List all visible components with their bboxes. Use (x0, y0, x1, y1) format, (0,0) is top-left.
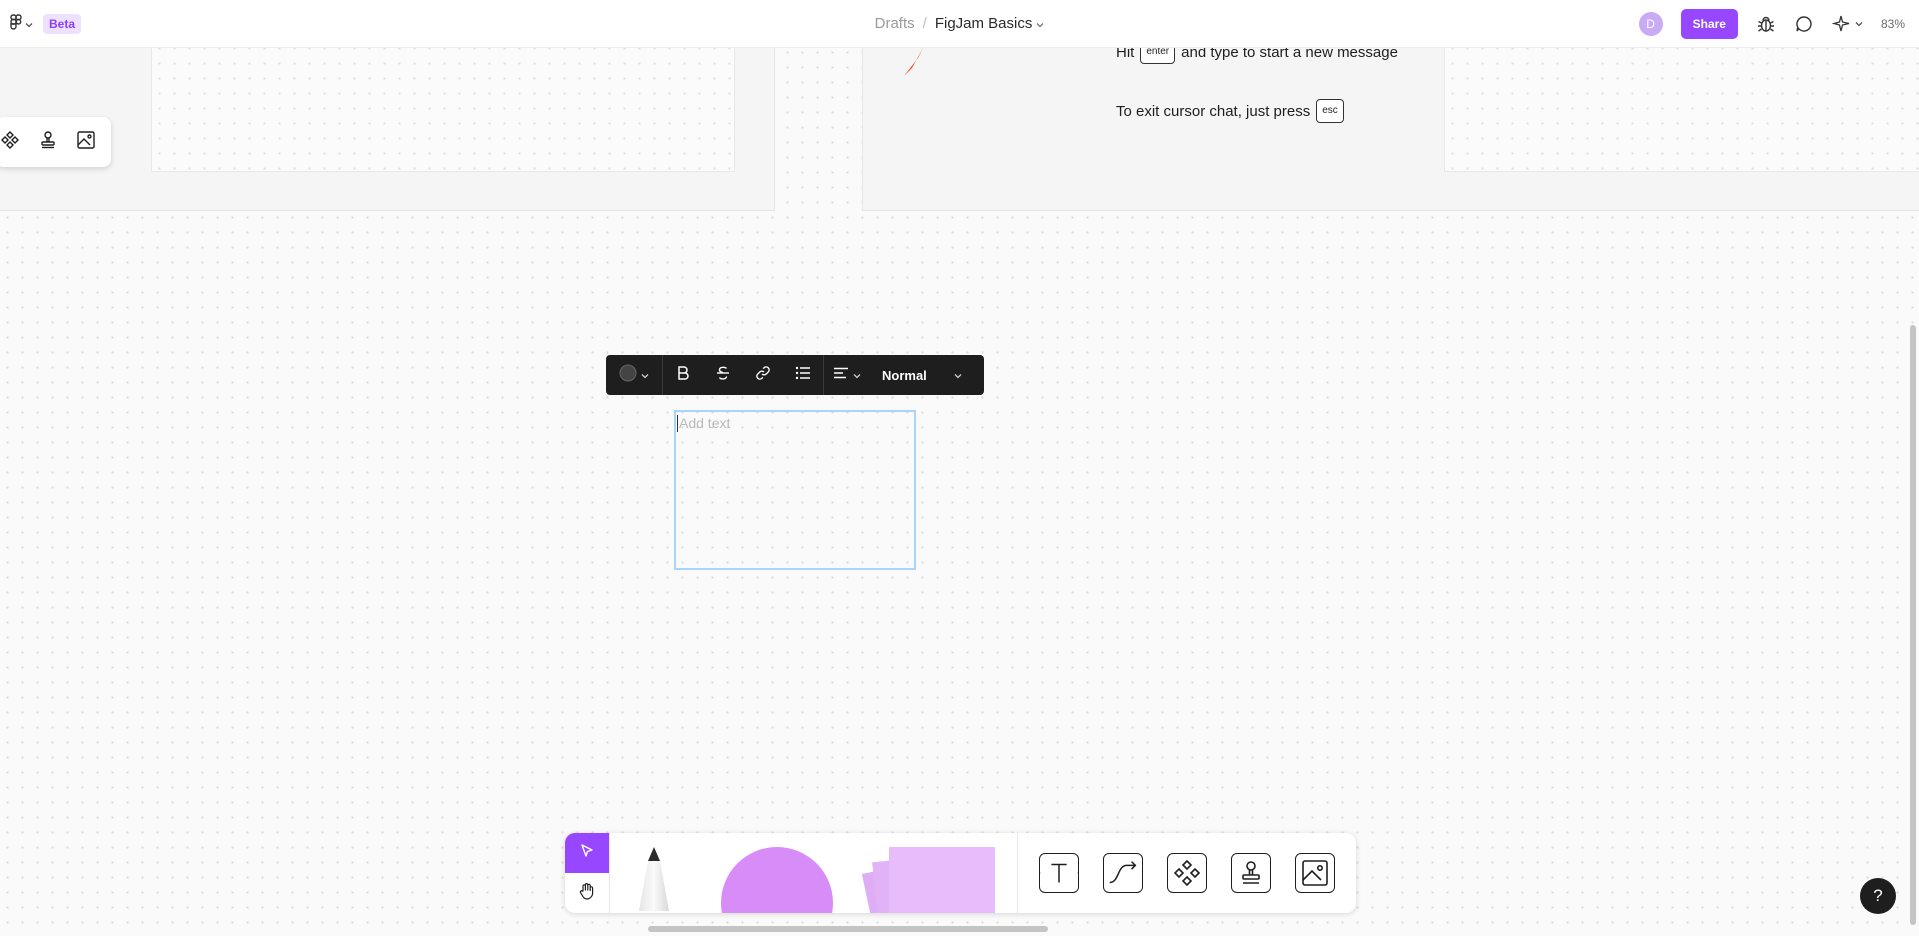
pen-icon (639, 847, 669, 911)
cursor-icon (579, 843, 595, 864)
list-button[interactable] (783, 355, 823, 395)
bug-icon[interactable] (1756, 14, 1776, 34)
sticky-note-tool-button[interactable] (861, 845, 995, 913)
instruction-exit-prefix: To exit cursor chat, just press (1116, 102, 1311, 120)
stamp-icon[interactable] (38, 130, 58, 155)
horizontal-scrollbar[interactable] (648, 926, 1048, 932)
text-style-value: Normal (882, 367, 927, 383)
sticky-note-icon (861, 845, 995, 913)
toolbar-divider (609, 833, 610, 913)
hand-tool-button[interactable] (565, 873, 609, 913)
component-icon[interactable] (0, 130, 20, 155)
image-tool-button[interactable] (1295, 853, 1335, 893)
toolbar-divider (1017, 833, 1018, 913)
cursor-chat-instruction-esc: To exit cursor chat, just press esc (1116, 99, 1344, 123)
file-name: FigJam Basics (934, 15, 1033, 32)
component-icon (1173, 859, 1201, 887)
top-bar-right: D Share 83% (1638, 9, 1905, 39)
help-button[interactable]: ? (1860, 878, 1896, 914)
chevron-down-icon (954, 366, 962, 384)
zoom-menu[interactable]: 83% (1881, 17, 1905, 31)
strikethrough-icon (715, 365, 731, 386)
link-icon (755, 365, 771, 386)
chevron-down-icon (853, 366, 861, 384)
connector-tool-button[interactable] (1103, 853, 1143, 893)
bold-button[interactable] (663, 355, 703, 395)
breadcrumb-separator: / (922, 15, 927, 32)
hand-icon (578, 882, 596, 905)
top-bar: Beta Drafts / FigJam Basics D Share 83% (0, 0, 1919, 48)
comment-icon[interactable] (1794, 14, 1814, 34)
canvas-card-left (151, 40, 735, 172)
bold-icon (676, 365, 690, 386)
avatar[interactable]: D (1638, 12, 1663, 36)
ai-sparkle-icon[interactable] (1831, 14, 1863, 34)
text-format-toolbar: Normal (606, 355, 984, 395)
breadcrumb: Drafts / FigJam Basics (0, 15, 1919, 32)
text-icon (1040, 863, 1078, 883)
file-name-menu[interactable]: FigJam Basics (935, 15, 1045, 32)
image-icon[interactable] (76, 130, 96, 155)
canvas-card-right (1444, 40, 1919, 172)
strikethrough-button[interactable] (703, 355, 743, 395)
breadcrumb-drafts-link[interactable]: Drafts (875, 15, 915, 32)
link-button[interactable] (743, 355, 783, 395)
image-icon (1302, 860, 1328, 886)
share-button[interactable]: Share (1680, 9, 1738, 39)
select-tool-button[interactable] (565, 833, 609, 873)
vertical-scrollbar[interactable] (1910, 325, 1916, 925)
connector-icon (1109, 861, 1137, 884)
text-caret (677, 415, 678, 432)
creation-toolbar (565, 833, 1356, 913)
section-mini-toolbar (0, 117, 111, 167)
text-tool-button[interactable] (1039, 853, 1079, 893)
text-style-select[interactable]: Normal (870, 355, 968, 395)
pen-tool-button[interactable] (633, 845, 675, 913)
text-box-editor[interactable]: Add text (674, 410, 916, 570)
stamp-tool-button[interactable] (1231, 853, 1271, 893)
text-align-menu[interactable] (824, 355, 870, 395)
text-box-placeholder: Add text (679, 415, 731, 431)
shape-tool-button[interactable] (721, 847, 833, 913)
chevron-down-icon (1036, 15, 1044, 32)
esc-key-badge: esc (1316, 99, 1344, 123)
zoom-level: 83% (1880, 17, 1905, 31)
chevron-down-icon (641, 366, 649, 384)
list-icon (795, 366, 811, 385)
color-dot-icon (619, 364, 637, 387)
component-tool-button[interactable] (1167, 853, 1207, 893)
align-icon (833, 366, 849, 384)
stamp-icon (1242, 861, 1260, 884)
text-color-picker[interactable] (606, 355, 662, 395)
